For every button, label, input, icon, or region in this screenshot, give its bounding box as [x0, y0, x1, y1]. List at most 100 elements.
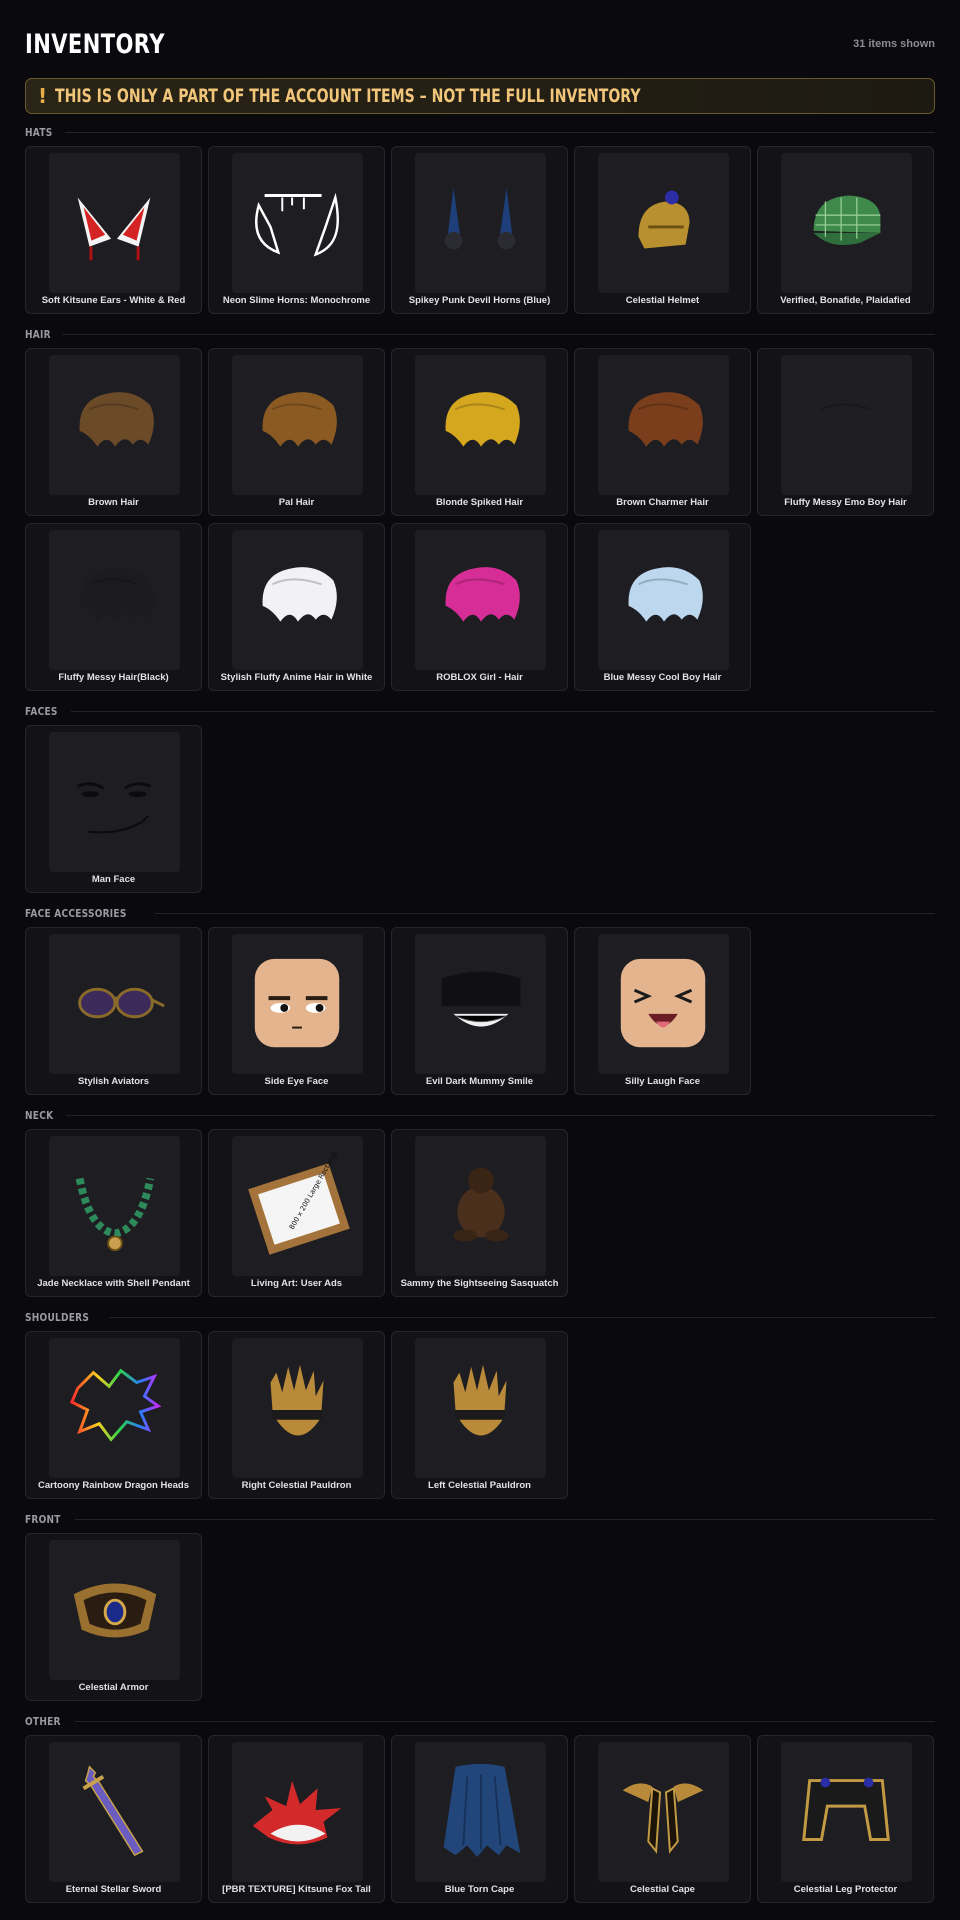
armor-icon: [49, 1540, 180, 1680]
section-header: NECK: [25, 1109, 935, 1122]
kitsune-ears-icon: [49, 153, 180, 293]
page-title: INVENTORY: [25, 28, 165, 60]
fox-tail-icon: [232, 1742, 363, 1882]
fox-tail-thumbnail: [252, 1780, 341, 1845]
celestial-cape-thumbnail: [622, 1783, 703, 1854]
mummy-smile-icon: [415, 934, 546, 1074]
rainbow-dragon-icon: [49, 1338, 180, 1478]
armor-thumbnail: [73, 1583, 156, 1638]
item-card[interactable]: Left Celestial Pauldron: [391, 1331, 568, 1499]
hair-icon: [232, 530, 363, 670]
hair-icon: [415, 530, 546, 670]
item-card[interactable]: ROBLOX Girl - Hair: [391, 523, 568, 691]
item-name: Cartoony Rainbow Dragon Heads: [38, 1480, 189, 1491]
hair-icon: [232, 355, 363, 495]
item-name: Soft Kitsune Ears - White & Red: [41, 295, 186, 306]
hair-thumbnail: [445, 392, 520, 447]
item-card[interactable]: Man Face: [25, 725, 202, 893]
item-name: Eternal Stellar Sword: [65, 1884, 162, 1895]
item-card[interactable]: Right Celestial Pauldron: [208, 1331, 385, 1499]
item-card[interactable]: Celestial Helmet: [574, 146, 751, 314]
item-name: Stylish Fluffy Anime Hair in White: [220, 672, 373, 683]
item-name: Pal Hair: [278, 497, 315, 508]
item-card[interactable]: Silly Laugh Face: [574, 927, 751, 1095]
section-shoulders: SHOULDERS Cartoony Rainbow Dragon Heads …: [25, 1311, 935, 1499]
item-card[interactable]: Blue Torn Cape: [391, 1735, 568, 1903]
item-card[interactable]: Eternal Stellar Sword: [25, 1735, 202, 1903]
hair-thumbnail: [262, 392, 337, 447]
item-name: Blue Torn Cape: [444, 1884, 515, 1895]
hair-icon: [49, 530, 180, 670]
item-card[interactable]: Side Eye Face: [208, 927, 385, 1095]
item-card[interactable]: Soft Kitsune Ears - White & Red: [25, 146, 202, 314]
item-card[interactable]: Evil Dark Mummy Smile: [391, 927, 568, 1095]
hair-thumbnail: [79, 567, 154, 622]
item-card[interactable]: Blonde Spiked Hair: [391, 348, 568, 516]
section-label: OTHER: [25, 1714, 61, 1728]
section-divider: [62, 333, 935, 335]
item-name: Neon Slime Horns: Monochrome: [222, 295, 371, 306]
item-card[interactable]: Fluffy Messy Emo Boy Hair: [757, 348, 934, 516]
item-card[interactable]: Cartoony Rainbow Dragon Heads: [25, 1331, 202, 1499]
item-card[interactable]: Pal Hair: [208, 348, 385, 516]
item-card[interactable]: Celestial Leg Protector: [757, 1735, 934, 1903]
item-grid: Cartoony Rainbow Dragon Heads Right Cele…: [25, 1331, 935, 1499]
necklace-thumbnail: [75, 1177, 154, 1252]
item-name: Blonde Spiked Hair: [435, 497, 524, 508]
section-face-accessories: FACE ACCESSORIES Stylish Aviators Side E…: [25, 907, 935, 1095]
item-name: Celestial Helmet: [625, 295, 700, 306]
section-header: HAIR: [25, 328, 935, 341]
item-card[interactable]: Celestial Armor: [25, 1533, 202, 1701]
item-grid: Man Face: [25, 725, 935, 893]
item-card[interactable]: Stylish Fluffy Anime Hair in White: [208, 523, 385, 691]
sword-icon: [49, 1742, 180, 1882]
hair-thumbnail: [811, 392, 886, 447]
torn-cape-thumbnail: [443, 1763, 520, 1858]
item-card[interactable]: Neon Slime Horns: Monochrome: [208, 146, 385, 314]
item-name: [PBR TEXTURE] Kitsune Fox Tail: [222, 1884, 371, 1895]
item-card[interactable]: 800 x 200 Large Rectangle Living Art: Use…: [208, 1129, 385, 1297]
hair-thumbnail: [628, 392, 703, 447]
item-card[interactable]: Brown Hair: [25, 348, 202, 516]
warning-text: THIS IS ONLY A PART OF THE ACCOUNT ITEMS…: [55, 85, 641, 107]
item-card[interactable]: Fluffy Messy Hair(Black): [25, 523, 202, 691]
section-divider: [64, 131, 935, 133]
side-eye-face-thumbnail: [254, 958, 339, 1048]
hair-icon: [598, 530, 729, 670]
item-grid: Celestial Armor: [25, 1533, 935, 1701]
item-card[interactable]: Sammy the Sightseeing Sasquatch: [391, 1129, 568, 1297]
section-divider: [74, 1518, 935, 1520]
item-name: Celestial Armor: [78, 1682, 149, 1693]
item-card[interactable]: Brown Charmer Hair: [574, 348, 751, 516]
section-header: OTHER: [25, 1714, 935, 1728]
sasquatch-thumbnail: [453, 1167, 508, 1242]
item-name: Living Art: User Ads: [250, 1278, 343, 1289]
item-card[interactable]: Jade Necklace with Shell Pendant: [25, 1129, 202, 1297]
item-name: Spikey Punk Devil Horns (Blue): [408, 295, 551, 306]
item-card[interactable]: Celestial Cape: [574, 1735, 751, 1903]
pauldron-thumbnail: [453, 1364, 507, 1436]
section-label: FRONT: [25, 1512, 61, 1526]
man-face-icon: [49, 732, 180, 872]
item-card[interactable]: Spikey Punk Devil Horns (Blue): [391, 146, 568, 314]
frame-art-thumbnail: 800 x 200 Large Rectangle: [247, 1151, 350, 1255]
pauldron-icon: [232, 1338, 363, 1478]
leg-protector-thumbnail: [801, 1777, 890, 1841]
item-name: Fluffy Messy Hair(Black): [58, 672, 169, 683]
item-name: Verified, Bonafide, Plaidafied: [780, 295, 911, 306]
item-card[interactable]: [PBR TEXTURE] Kitsune Fox Tail: [208, 1735, 385, 1903]
man-face-thumbnail: [76, 782, 151, 834]
kitsune-ears-thumbnail: [77, 197, 150, 261]
section-header: HATS: [25, 125, 935, 139]
hair-icon: [781, 355, 912, 495]
section-label: HATS: [25, 125, 53, 139]
section-front: FRONT Celestial Armor: [25, 1513, 935, 1701]
item-card[interactable]: Blue Messy Cool Boy Hair: [574, 523, 751, 691]
item-name: Side Eye Face: [264, 1076, 329, 1087]
item-name: Man Face: [91, 874, 136, 885]
devil-horns-icon: [415, 153, 546, 293]
laugh-face-icon: [598, 934, 729, 1074]
item-card[interactable]: Stylish Aviators: [25, 927, 202, 1095]
item-card[interactable]: Verified, Bonafide, Plaidafied: [757, 146, 934, 314]
section-hats: HATS Soft Kitsune Ears - White & Red Neo…: [25, 126, 935, 314]
